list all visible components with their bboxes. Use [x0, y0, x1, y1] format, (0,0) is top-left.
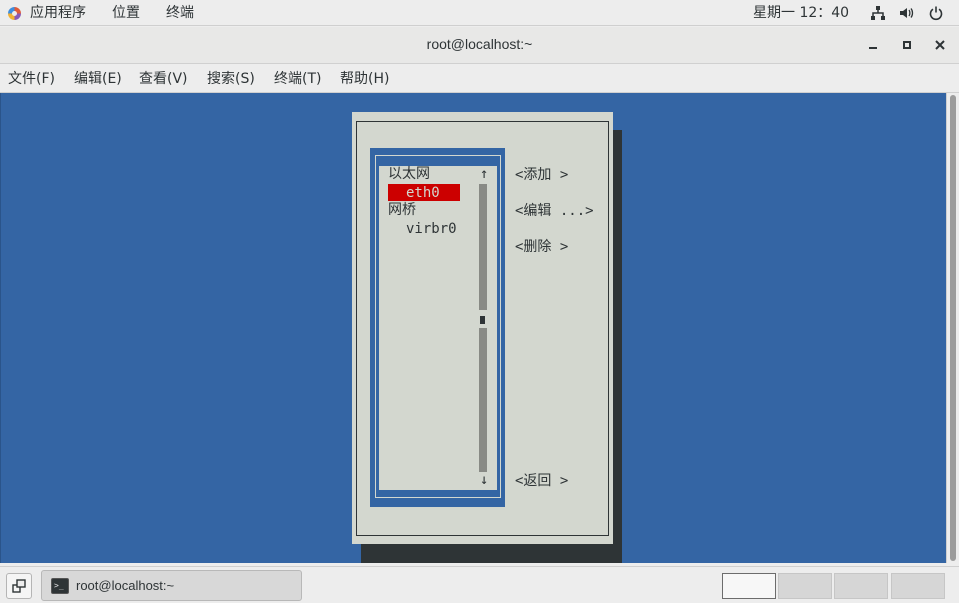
applications-logo-icon[interactable]: [8, 7, 21, 20]
list-group-ethernet: 以太网: [388, 166, 430, 182]
delete-button[interactable]: <删除 >: [515, 238, 568, 256]
places-menu[interactable]: 位置: [112, 3, 140, 23]
menu-edit[interactable]: 编辑(E): [74, 69, 122, 89]
menu-search[interactable]: 搜索(S): [207, 69, 255, 89]
add-button[interactable]: <添加 >: [515, 166, 568, 184]
terminal-scrollbar-thumb[interactable]: [950, 95, 956, 561]
minimize-button[interactable]: [864, 36, 882, 54]
menubar: 文件(F) 编辑(E) 查看(V) 搜索(S) 终端(T) 帮助(H): [0, 65, 959, 93]
menu-terminal[interactable]: 终端(T): [274, 69, 321, 89]
window-list-icon: [12, 579, 26, 593]
window-title: root@localhost:~: [426, 36, 533, 52]
list-scroll-down-arrow[interactable]: ↓: [480, 471, 488, 489]
menu-view[interactable]: 查看(V): [139, 69, 188, 89]
top-panel: 应用程序 位置 终端 星期一 12：40: [0, 0, 959, 26]
workspace-3[interactable]: [834, 573, 888, 599]
list-item-virbr0[interactable]: virbr0: [406, 220, 457, 238]
menu-file[interactable]: 文件(F): [8, 69, 55, 89]
list-scrollbar-thumb[interactable]: [480, 316, 485, 324]
menu-help[interactable]: 帮助(H): [340, 69, 389, 89]
applications-menu[interactable]: 应用程序: [30, 3, 86, 23]
show-desktop-button[interactable]: [6, 573, 32, 599]
list-group-bridge: 网桥: [388, 202, 416, 218]
list-scrollbar-track[interactable]: [479, 184, 487, 472]
list-item-eth0[interactable]: eth0: [388, 184, 460, 201]
back-button[interactable]: <返回 >: [515, 472, 568, 490]
terminal-scrollbar[interactable]: [946, 93, 959, 563]
terminal-icon: >_: [51, 578, 69, 594]
workspace-1[interactable]: [722, 573, 776, 599]
terminal-app-menu[interactable]: 终端: [166, 3, 194, 23]
maximize-button[interactable]: [898, 36, 916, 54]
workspace-2[interactable]: [778, 573, 832, 599]
taskbar-terminal-item[interactable]: >_ root@localhost:~: [41, 570, 302, 601]
list-scroll-up-arrow[interactable]: ↑: [480, 165, 488, 183]
workspace-4[interactable]: [891, 573, 945, 599]
clock[interactable]: 星期一 12：40: [753, 3, 849, 23]
bottom-taskbar: >_ root@localhost:~: [0, 566, 959, 603]
edit-button[interactable]: <编辑 ...>: [515, 202, 594, 220]
close-button[interactable]: [931, 36, 949, 54]
volume-icon[interactable]: [897, 4, 915, 22]
power-icon[interactable]: [927, 4, 945, 22]
network-icon[interactable]: [869, 4, 887, 22]
taskbar-terminal-label: root@localhost:~: [76, 578, 175, 593]
window-titlebar[interactable]: root@localhost:~: [0, 27, 959, 64]
